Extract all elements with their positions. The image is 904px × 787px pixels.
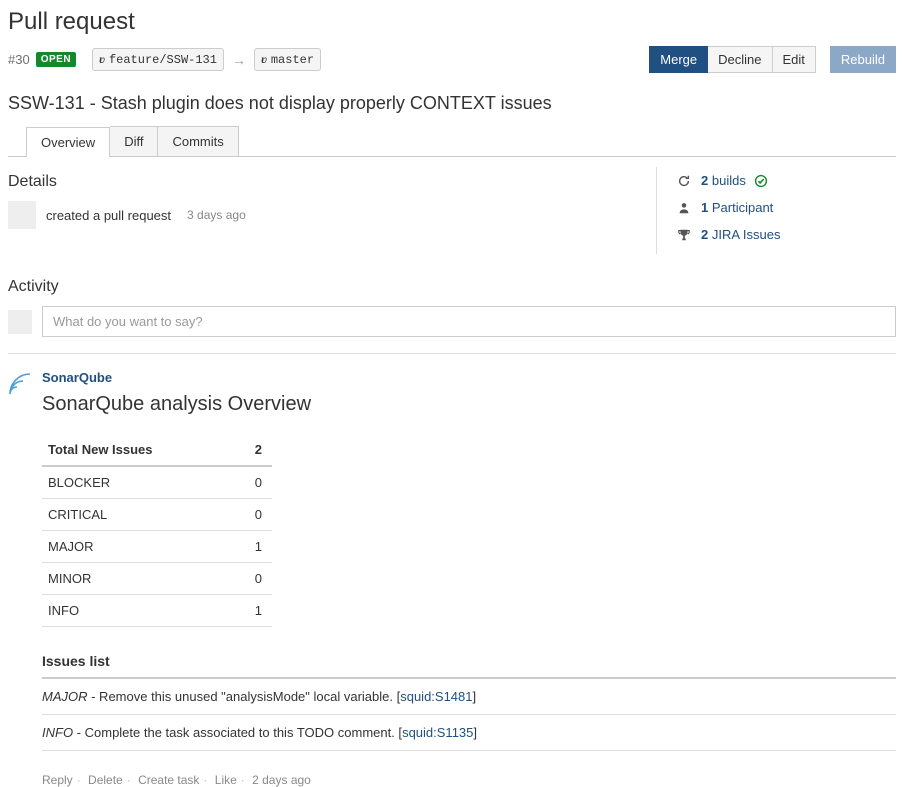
summary-header-total: 2 <box>234 434 272 466</box>
issue-rule-link[interactable]: squid:S1135 <box>402 725 473 740</box>
decline-button[interactable]: Decline <box>708 46 772 73</box>
status-badge: OPEN <box>36 52 76 67</box>
issue-line: MAJOR - Remove this unused "analysisMode… <box>42 679 896 715</box>
action-button-group: Merge Decline Edit <box>649 46 816 73</box>
issue-text: - Remove this unused "analysisMode" loca… <box>88 689 401 704</box>
issues-list-heading: Issues list <box>42 653 896 679</box>
severity-count: 0 <box>234 563 272 595</box>
jira-label: JIRA Issues <box>712 227 781 242</box>
jira-count: 2 <box>701 227 708 242</box>
severity-count: 1 <box>234 531 272 563</box>
target-branch-chip[interactable]: ʋ master <box>254 48 321 71</box>
event-row: created a pull request 3 days ago <box>8 201 626 229</box>
participants-label: Participant <box>712 200 773 215</box>
sonarqube-icon <box>8 370 32 787</box>
issue-severity: INFO <box>42 725 73 740</box>
source-branch-label: feature/SSW-131 <box>109 53 217 67</box>
pr-title: SSW-131 - Stash plugin does not display … <box>8 93 896 114</box>
tab-diff[interactable]: Diff <box>110 126 158 156</box>
activity-heading: Activity <box>8 278 896 296</box>
person-icon <box>677 201 693 215</box>
severity-count: 0 <box>234 499 272 531</box>
participants-count: 1 <box>701 200 708 215</box>
issues-summary-table: Total New Issues 2 BLOCKER0CRITICAL0MAJO… <box>42 434 272 627</box>
tab-commits[interactable]: Commits <box>158 126 238 156</box>
severity-label: MINOR <box>42 563 234 595</box>
comment-time: 2 days ago <box>252 773 311 787</box>
like-action[interactable]: Like <box>215 773 237 787</box>
target-branch-label: master <box>271 53 314 67</box>
comment-author[interactable]: SonarQube <box>42 370 896 385</box>
issue-line: INFO - Complete the task associated to t… <box>42 715 896 751</box>
severity-label: BLOCKER <box>42 466 234 499</box>
success-check-icon <box>754 174 768 188</box>
branch-icon: ʋ <box>99 52 105 67</box>
avatar <box>8 201 36 229</box>
comment-actions: Reply· Delete· Create task· Like· 2 days… <box>42 773 896 787</box>
builds-count: 2 <box>701 173 708 188</box>
sidebar-participants[interactable]: 1 Participant <box>677 200 896 215</box>
arrow-icon: → <box>232 52 246 68</box>
severity-label: CRITICAL <box>42 499 234 531</box>
issue-rule-link[interactable]: squid:S1481 <box>400 689 472 704</box>
severity-label: MAJOR <box>42 531 234 563</box>
issue-severity: MAJOR <box>42 689 88 704</box>
issue-text: - Complete the task associated to this T… <box>73 725 402 740</box>
table-row: MAJOR1 <box>42 531 272 563</box>
table-row: CRITICAL0 <box>42 499 272 531</box>
builds-label: builds <box>712 173 746 188</box>
reply-action[interactable]: Reply <box>42 773 73 787</box>
event-text: created a pull request <box>46 208 171 223</box>
branch-icon: ʋ <box>261 52 267 67</box>
table-row: INFO1 <box>42 595 272 627</box>
merge-button[interactable]: Merge <box>649 46 708 73</box>
severity-count: 1 <box>234 595 272 627</box>
summary-header-label: Total New Issues <box>42 434 234 466</box>
pr-header-row: #30 OPEN ʋ feature/SSW-131 → ʋ master Me… <box>8 46 896 73</box>
page-title: Pull request <box>8 8 896 36</box>
table-row: MINOR0 <box>42 563 272 595</box>
pr-id: #30 <box>8 52 30 67</box>
sidebar-jira[interactable]: 2 JIRA Issues <box>677 227 896 242</box>
severity-count: 0 <box>234 466 272 499</box>
avatar <box>8 310 32 334</box>
delete-action[interactable]: Delete <box>88 773 123 787</box>
rebuild-button[interactable]: Rebuild <box>830 46 896 73</box>
table-row: BLOCKER0 <box>42 466 272 499</box>
sonarqube-title: SonarQube analysis Overview <box>42 393 896 416</box>
tab-overview[interactable]: Overview <box>26 127 110 157</box>
details-heading: Details <box>8 173 626 191</box>
refresh-icon <box>677 174 693 188</box>
edit-button[interactable]: Edit <box>773 46 816 73</box>
source-branch-chip[interactable]: ʋ feature/SSW-131 <box>92 48 224 71</box>
trophy-icon <box>677 228 693 242</box>
tabs: Overview Diff Commits <box>8 126 896 157</box>
sidebar-builds[interactable]: 2 builds <box>677 173 896 188</box>
create-task-action[interactable]: Create task <box>138 773 199 787</box>
severity-label: INFO <box>42 595 234 627</box>
comment-input[interactable] <box>42 306 896 337</box>
event-time: 3 days ago <box>187 208 246 222</box>
